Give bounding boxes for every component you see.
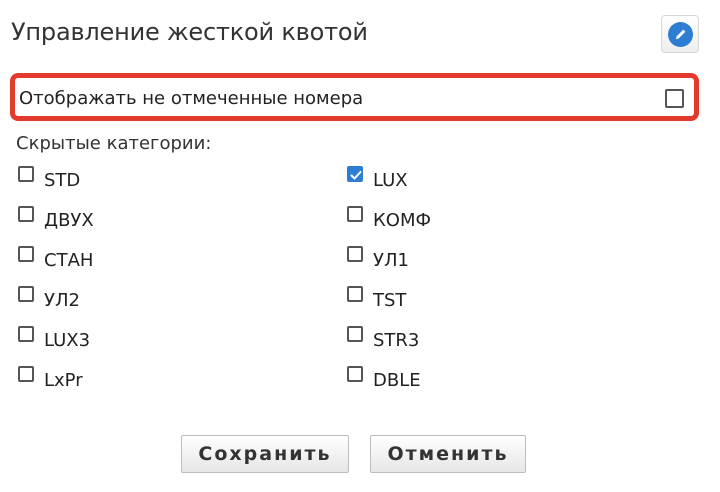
category-label-lxpr: LxPr [44, 370, 83, 391]
category-label-ul2: УЛ2 [44, 290, 80, 311]
save-button[interactable]: Сохранить [181, 435, 349, 473]
category-label-ul1: УЛ1 [373, 250, 409, 271]
checkmark-icon [350, 171, 362, 180]
category-label-lux3: LUX3 [44, 330, 91, 351]
show-unmarked-rooms-label: Отображать не отмеченные номера [19, 88, 364, 109]
pencil-icon [667, 21, 693, 47]
category-checkbox-komf[interactable] [347, 206, 363, 222]
show-unmarked-rooms-checkbox[interactable] [665, 89, 684, 108]
category-checkbox-ul1[interactable] [347, 246, 363, 262]
category-label-tst: TST [373, 290, 407, 311]
category-label-str3: STR3 [373, 330, 420, 351]
category-checkbox-str3[interactable] [347, 326, 363, 342]
category-checkbox-dvuh[interactable] [18, 206, 34, 222]
category-checkbox-lxpr[interactable] [18, 366, 34, 382]
category-checkbox-dble[interactable] [347, 366, 363, 382]
category-checkbox-lux[interactable] [347, 166, 363, 182]
category-checkbox-lux3[interactable] [18, 326, 34, 342]
category-label-stan: СТАН [44, 250, 94, 271]
edit-button[interactable] [661, 15, 699, 53]
category-label-std: STD [44, 170, 81, 191]
category-checkbox-ul2[interactable] [18, 286, 34, 302]
category-checkbox-tst[interactable] [347, 286, 363, 302]
category-checkbox-std[interactable] [18, 166, 34, 182]
category-checkbox-stan[interactable] [18, 246, 34, 262]
cancel-button[interactable]: Отменить [370, 435, 526, 473]
category-label-lux: LUX [373, 170, 408, 191]
dialog-title: Управление жесткой квотой [11, 18, 368, 46]
category-label-dble: DBLE [373, 370, 421, 391]
category-label-komf: КОМФ [373, 210, 431, 231]
hidden-categories-title: Скрытые категории: [16, 133, 212, 154]
category-label-dvuh: ДВУХ [44, 210, 94, 231]
